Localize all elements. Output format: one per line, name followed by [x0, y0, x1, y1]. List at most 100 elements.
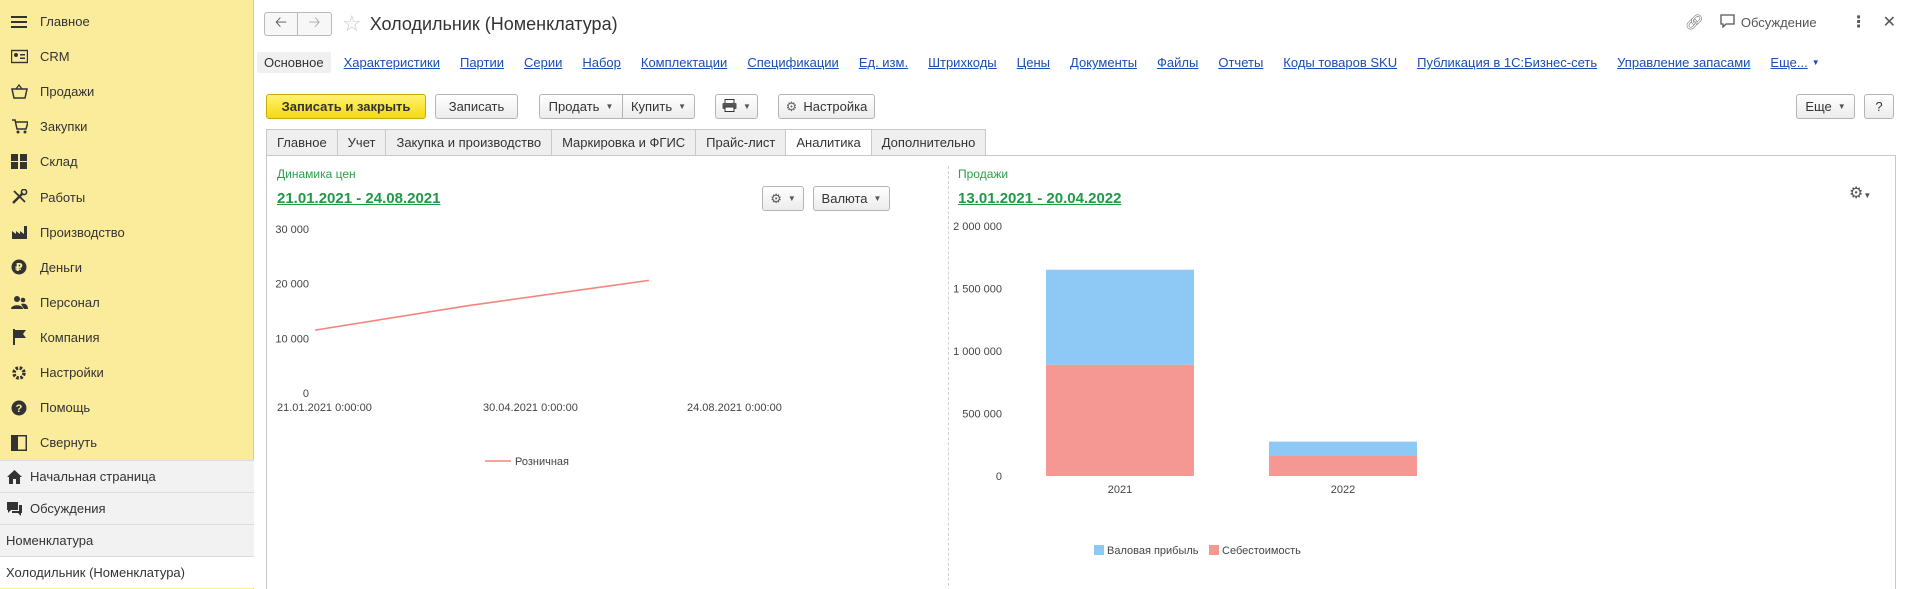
tab-6[interactable]: Дополнительно — [870, 129, 987, 156]
home-icon — [6, 469, 22, 485]
legend-label: Розничная — [515, 456, 569, 468]
tab-4[interactable]: Прайс-лист — [695, 129, 786, 156]
sidebar-item-8[interactable]: Персонал — [0, 285, 254, 320]
print-button[interactable]: ▼ — [715, 94, 758, 119]
legend-label: Себестоимость — [1222, 545, 1301, 557]
sidebar-item-label: Работы — [40, 189, 86, 205]
form-link-3[interactable]: Серии — [524, 55, 562, 70]
buy-button[interactable]: Купить ▼ — [623, 94, 695, 119]
printer-icon — [722, 98, 737, 115]
more-button[interactable]: Еще ▼ — [1796, 94, 1855, 119]
form-links: Основное Характеристики Партии Серии Набор Ко… — [257, 52, 1820, 73]
tab-1[interactable]: Учет — [336, 129, 386, 156]
sidebar-bottom-item-1[interactable]: Обсуждения — [0, 492, 254, 524]
close-icon[interactable]: ✕ — [1883, 12, 1896, 32]
form-link-14[interactable]: Публикация в 1С:Бизнес-сеть — [1417, 55, 1597, 70]
sidebar-item-6[interactable]: Производство — [0, 215, 254, 250]
sidebar-item-10[interactable]: Настройки — [0, 355, 254, 390]
save-button[interactable]: Записать — [435, 94, 518, 119]
form-link-5[interactable]: Комплектации — [641, 55, 727, 70]
sales-title: Продажи — [958, 167, 1009, 181]
sidebar-bottom-item-2[interactable]: Номенклатура — [0, 524, 254, 556]
sidebar-item-2[interactable]: Продажи — [0, 74, 254, 109]
help-button[interactable]: ? — [1864, 94, 1894, 119]
form-link-2[interactable]: Партии — [460, 55, 504, 70]
tab-strip: Главное Учет Закупка и производство Маркиро… — [266, 129, 987, 156]
main-area: 🡠 🡢 ☆ Холодильник (Номенклатура) 🔗︎ Обсу… — [254, 0, 1910, 589]
caret-down-icon: ▼ — [873, 194, 882, 203]
favorite-star-icon[interactable]: ☆ — [342, 13, 362, 35]
y-tick-label: 1 500 000 — [953, 284, 1002, 296]
svg-text:₽: ₽ — [15, 262, 23, 274]
bar-segment — [1269, 441, 1417, 456]
sidebar-item-7[interactable]: ₽ Деньги — [0, 250, 254, 285]
tab-5[interactable]: Аналитика — [785, 129, 871, 156]
more-vertical-icon[interactable]: ⋮ — [1851, 12, 1867, 32]
form-link-15[interactable]: Управление запасами — [1617, 55, 1750, 70]
link-icon[interactable]: 🔗︎ — [1685, 13, 1704, 31]
y-tick-label: 10 000 — [275, 333, 309, 345]
sales-bar-chart: 2 000 000 1 500 000 1 000 000 500 000 0 2021 2… — [953, 221, 1417, 557]
save-close-button[interactable]: Записать и закрыть — [266, 94, 426, 119]
sales-icon — [10, 83, 28, 101]
menu-icon — [10, 13, 28, 31]
sidebar-item-1[interactable]: CRM — [0, 39, 254, 74]
back-button[interactable]: 🡠 — [264, 12, 298, 36]
purchases-icon — [10, 118, 28, 136]
sidebar-item-label: Производство — [40, 224, 125, 240]
sidebar-bottom-item-0[interactable]: Начальная страница — [0, 460, 254, 492]
form-link-16[interactable]: Еще... — [1770, 55, 1807, 70]
form-link-1[interactable]: Характеристики — [344, 55, 440, 70]
bar-segment — [1269, 456, 1417, 476]
settings-button[interactable]: ⚙ Настройка — [778, 94, 875, 119]
svg-text:?: ? — [16, 403, 23, 415]
form-link-13[interactable]: Коды товаров SKU — [1283, 55, 1397, 70]
discussion-button[interactable]: Обсуждение — [1720, 13, 1817, 31]
caret-down-icon: ▼ — [787, 194, 796, 203]
legend-label: Валовая прибыль — [1107, 545, 1199, 557]
form-link-8[interactable]: Штрихкоды — [928, 55, 997, 70]
sidebar-item-5[interactable]: Работы — [0, 180, 254, 215]
form-link-7[interactable]: Ед. изм. — [859, 55, 908, 70]
sidebar-item-11[interactable]: ? Помощь — [0, 390, 254, 425]
form-link-11[interactable]: Файлы — [1157, 55, 1198, 70]
form-link-4[interactable]: Набор — [582, 55, 621, 70]
currency-button[interactable]: Валюта ▼ — [813, 186, 890, 211]
sales-period-link[interactable]: 13.01.2021 - 20.04.2022 — [958, 190, 1121, 207]
form-link-12[interactable]: Отчеты — [1218, 55, 1263, 70]
tab-2[interactable]: Закупка и производство — [385, 129, 552, 156]
sidebar-bottom-item-3[interactable]: Холодильник (Номенклатура) — [0, 556, 254, 588]
sidebar-item-3[interactable]: Закупки — [0, 109, 254, 144]
price-dynamics-title: Динамика цен — [277, 167, 356, 181]
sidebar-item-0[interactable]: Главное — [0, 4, 254, 39]
sell-button[interactable]: Продать ▼ — [539, 94, 623, 119]
sidebar-item-label: Склад — [40, 154, 78, 170]
chart-settings-button[interactable]: ⚙ ▼ — [762, 186, 804, 211]
form-link-10[interactable]: Документы — [1070, 55, 1137, 70]
form-link-0[interactable]: Основное — [257, 52, 331, 73]
sales-settings-button[interactable]: ⚙▼ — [1849, 183, 1871, 203]
tab-0[interactable]: Главное — [266, 129, 337, 156]
tools-icon — [10, 188, 28, 206]
sidebar-item-12[interactable]: Свернуть — [0, 425, 254, 460]
sidebar: Главное CRM Продажи Закупки Склад Работы Произ… — [0, 0, 254, 589]
chat-icon — [1720, 13, 1735, 31]
forward-button[interactable]: 🡢 — [298, 12, 332, 36]
money-icon: ₽ — [10, 258, 28, 276]
price-period-link[interactable]: 21.01.2021 - 24.08.2021 — [277, 190, 440, 207]
form-link-6[interactable]: Спецификации — [747, 55, 839, 70]
y-tick-label: 20 000 — [275, 279, 309, 291]
gear-icon: ⚙ — [1849, 185, 1864, 202]
form-link-9[interactable]: Цены — [1017, 55, 1050, 70]
bar-segment — [1046, 269, 1194, 365]
crm-icon — [10, 48, 28, 66]
tab-3[interactable]: Маркировка и ФГИС — [551, 129, 696, 156]
sidebar-item-9[interactable]: Компания — [0, 320, 254, 355]
bar-segment — [1046, 364, 1194, 476]
more-label: Еще — [1805, 99, 1832, 114]
chat-icon — [6, 501, 22, 517]
sidebar-item-4[interactable]: Склад — [0, 144, 254, 179]
sidebar-bottom-label: Обсуждения — [30, 501, 106, 516]
arrow-right-icon: 🡢 — [308, 13, 321, 31]
sidebar-item-label: CRM — [40, 49, 70, 65]
